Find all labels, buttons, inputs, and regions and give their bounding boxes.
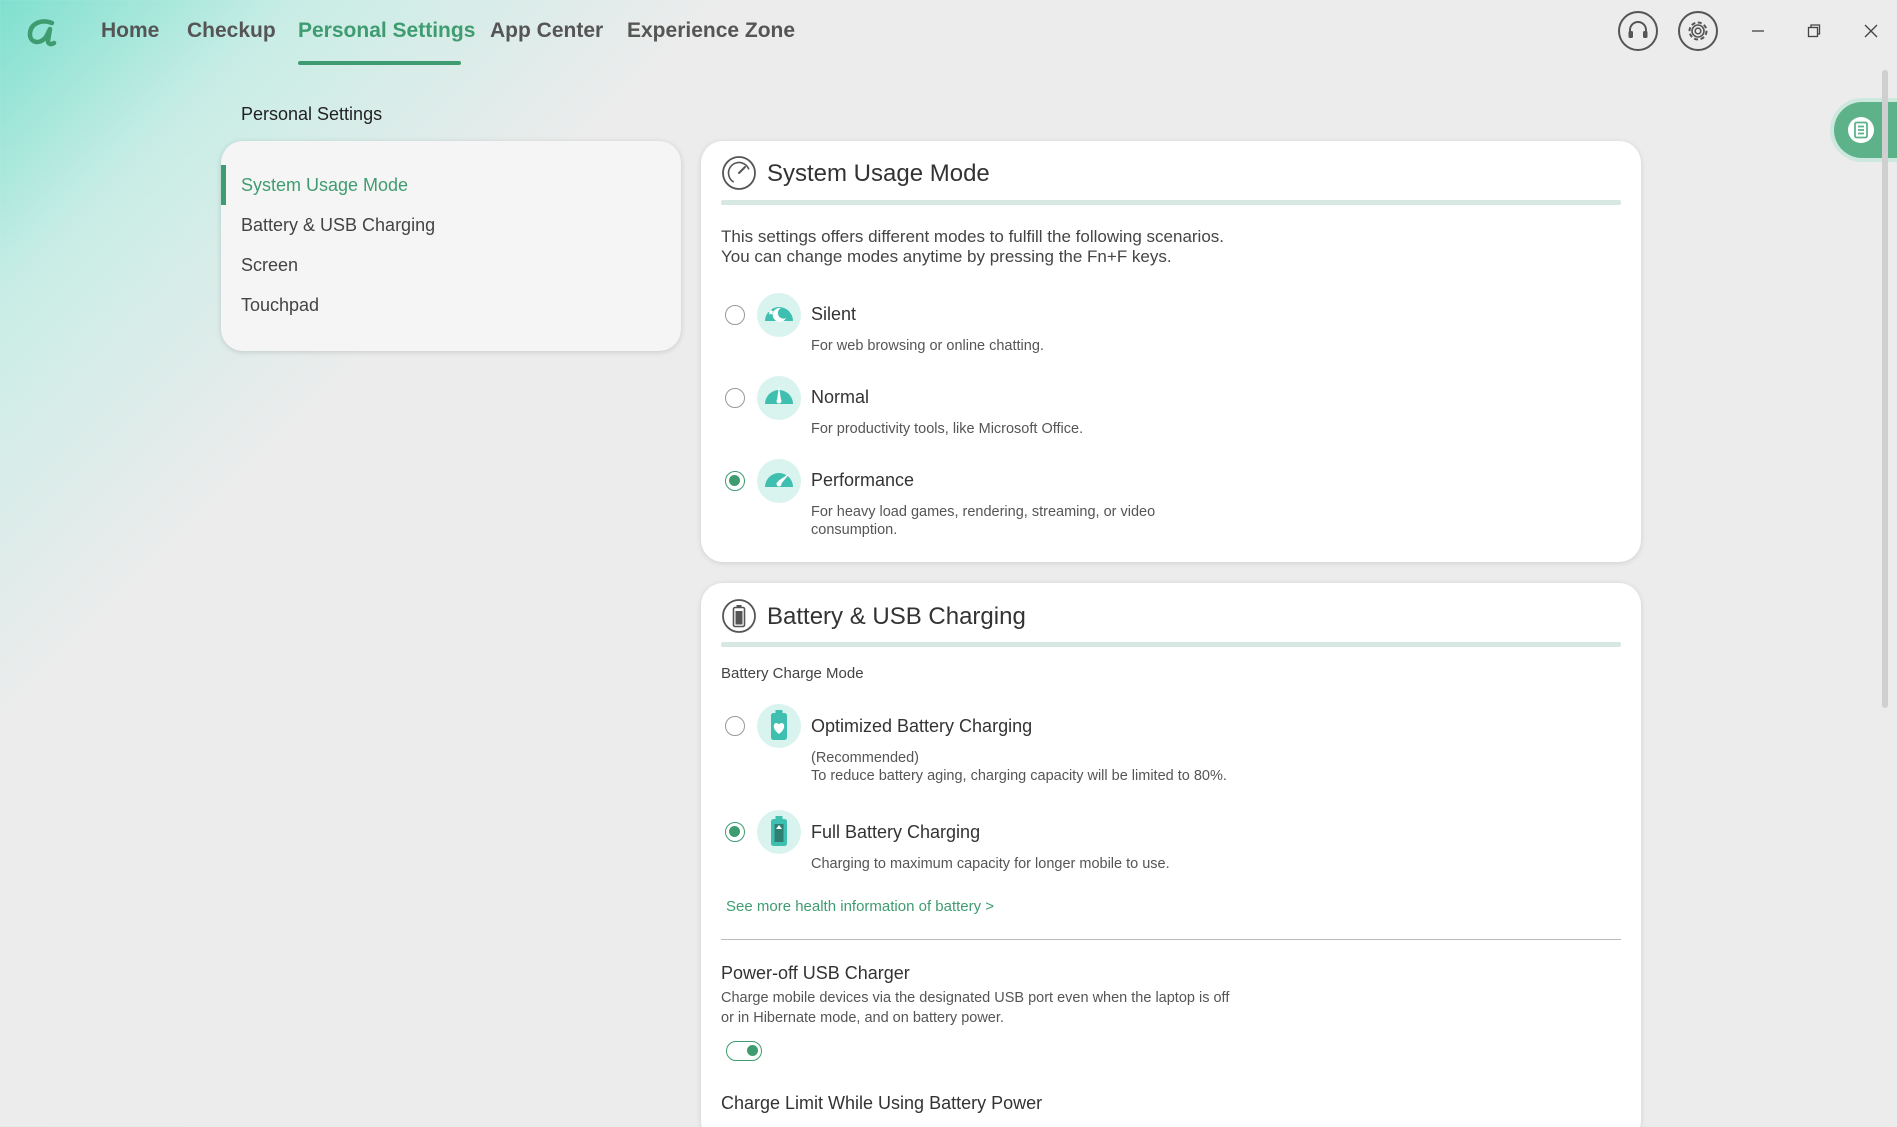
vertical-scrollbar[interactable] [1882, 70, 1888, 708]
page-title: Personal Settings [241, 104, 383, 124]
option-description: To reduce battery aging, charging capaci… [811, 768, 1227, 784]
minimize-icon [1752, 30, 1764, 32]
description-line: You can change modes anytime by pressing… [721, 247, 1172, 266]
tab-app-center[interactable]: App Center [490, 19, 603, 43]
description-line: This settings offers different modes to … [721, 227, 1225, 246]
option-label: Optimized Battery Charging [811, 716, 1033, 736]
optimized-charging-icon [757, 704, 801, 748]
option-label: Normal [811, 387, 870, 407]
list-icon [1848, 117, 1874, 143]
usb-charger-description: or in Hibernate mode, and on battery pow… [721, 1010, 1004, 1026]
settings-button[interactable] [1678, 11, 1718, 51]
usb-charger-title: Power-off USB Charger [721, 963, 910, 983]
option-description: (Recommended) [811, 750, 919, 766]
app-logo-icon [27, 19, 57, 47]
radio-full-charging[interactable] [725, 822, 745, 842]
sidebar-item-battery-usb-charging[interactable]: Battery & USB Charging [241, 215, 435, 236]
system-usage-mode-card: System Usage Mode This settings offers d… [701, 141, 1641, 562]
usb-charger-toggle[interactable] [726, 1041, 762, 1061]
full-charging-icon [757, 810, 801, 854]
card-title: System Usage Mode [767, 160, 990, 187]
performance-mode-icon [757, 459, 801, 503]
top-bar: Home Checkup Personal Settings App Cente… [0, 0, 1897, 66]
section-divider [721, 939, 1621, 940]
maximize-icon [1807, 24, 1821, 38]
title-rule [721, 642, 1621, 647]
charge-limit-title: Charge Limit While Using Battery Power [721, 1093, 1043, 1113]
card-title: Battery & USB Charging [767, 603, 1026, 630]
radio-performance[interactable] [725, 471, 745, 491]
speedometer-icon [722, 156, 756, 190]
option-description: For web browsing or online chatting. [811, 338, 1044, 354]
battery-icon [722, 599, 756, 633]
option-label: Silent [811, 304, 857, 324]
battery-usb-charging-card: Battery & USB Charging Battery Charge Mo… [701, 583, 1641, 1127]
radio-silent[interactable] [725, 305, 745, 325]
battery-health-link[interactable]: See more health information of battery > [726, 898, 994, 915]
title-rule [721, 200, 1621, 205]
option-label: Full Battery Charging [811, 822, 981, 842]
normal-mode-icon [757, 376, 801, 420]
active-tab-underline [298, 61, 461, 65]
radio-normal[interactable] [725, 388, 745, 408]
tab-home[interactable]: Home [101, 19, 159, 43]
gear-icon [1688, 21, 1708, 41]
option-label: Performance [811, 470, 915, 490]
toggle-knob [747, 1045, 758, 1056]
settings-sidebar: System Usage Mode Battery & USB Charging… [221, 141, 681, 351]
close-icon [1864, 24, 1878, 38]
sidebar-item-touchpad[interactable]: Touchpad [241, 295, 319, 316]
option-description: For productivity tools, like Microsoft O… [811, 421, 1084, 437]
active-item-indicator [221, 165, 226, 205]
option-description: For heavy load games, rendering, streami… [811, 504, 1156, 520]
option-description: Charging to maximum capacity for longer … [811, 856, 1170, 872]
tab-experience-zone[interactable]: Experience Zone [627, 19, 795, 43]
close-button[interactable] [1857, 17, 1885, 45]
sidebar-item-screen[interactable]: Screen [241, 255, 298, 276]
tab-personal-settings[interactable]: Personal Settings [298, 19, 475, 43]
maximize-button[interactable] [1800, 17, 1828, 45]
charge-mode-label: Battery Charge Mode [721, 665, 864, 682]
sidebar-item-system-usage-mode[interactable]: System Usage Mode [241, 175, 408, 196]
silent-mode-icon [757, 293, 801, 337]
tab-checkup[interactable]: Checkup [187, 19, 276, 43]
usb-charger-description: Charge mobile devices via the designated… [721, 990, 1230, 1006]
option-description: consumption. [811, 522, 898, 538]
minimize-button[interactable] [1744, 17, 1772, 45]
headset-icon [1628, 21, 1648, 38]
radio-optimized-charging[interactable] [725, 716, 745, 736]
support-button[interactable] [1618, 11, 1658, 51]
